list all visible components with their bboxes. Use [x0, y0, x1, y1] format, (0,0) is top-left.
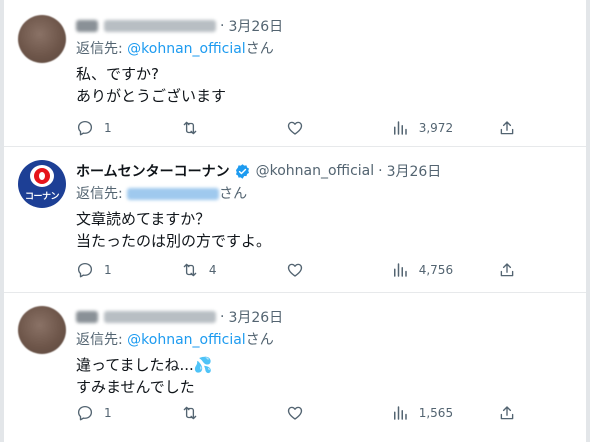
tweet-date[interactable]: 3月26日 [387, 161, 442, 181]
window-frame-right [586, 0, 590, 442]
views-count: 4,756 [418, 263, 454, 277]
tweet-text: 文章読めてますか？ 当たったのは別の方ですよ。 [76, 210, 272, 250]
like-icon [287, 263, 302, 277]
retweet-icon [183, 406, 197, 420]
tweet-header: ホームセンターコーナン @kohnan_official · 3月26日 [76, 161, 574, 181]
tweet-text: 違ってましたね...💦 すみませんでした [76, 356, 213, 396]
reply-to-line: 返信先: さん [76, 186, 248, 202]
tweet-actions: 1 3,972 [76, 118, 516, 138]
blurred-display-name[interactable] [76, 311, 98, 323]
reply-to-line: 返信先: @kohnan_officialさん [76, 41, 274, 57]
avatar[interactable] [18, 306, 66, 354]
display-name[interactable]: ホームセンターコーナン [76, 161, 230, 181]
views-button[interactable]: 1,565 [391, 404, 453, 422]
tweet-header: · 3月26日 [76, 16, 574, 36]
retweet-button[interactable] [181, 119, 241, 137]
avatar[interactable] [18, 15, 66, 63]
retweet-icon [183, 121, 197, 135]
separator-dot: · [220, 18, 225, 34]
blurred-handle[interactable] [104, 20, 216, 32]
share-button[interactable] [498, 261, 516, 279]
tweet-header: · 3月26日 [76, 307, 574, 327]
reply-button[interactable]: 1 [76, 119, 136, 137]
like-icon [287, 121, 302, 135]
avatar-kohnan-logo[interactable]: コーナン [18, 160, 66, 208]
views-button[interactable]: 3,972 [391, 119, 453, 137]
like-button[interactable] [286, 261, 346, 279]
reply-mention-link[interactable]: @kohnan_official [127, 332, 246, 348]
reply-to-line: 返信先: @kohnan_officialさん [76, 332, 274, 348]
share-button[interactable] [498, 119, 516, 137]
reply-icon [77, 262, 93, 278]
blurred-reply-mention[interactable] [127, 188, 220, 200]
retweet-button[interactable] [181, 404, 241, 422]
tweet-text: 私、ですか? ありがとうございます [76, 65, 227, 105]
logo-hole [39, 172, 45, 180]
share-button[interactable] [498, 404, 516, 422]
share-icon [500, 406, 514, 420]
reply-icon [77, 120, 93, 136]
like-icon [287, 406, 302, 420]
views-count: 1,565 [418, 406, 454, 420]
verified-badge-icon [235, 163, 249, 179]
share-icon [500, 121, 514, 135]
blurred-handle[interactable] [104, 311, 216, 323]
retweet-button[interactable]: 4 [181, 261, 241, 279]
tweet[interactable]: コーナン ホームセンターコーナン @kohnan_official · 3月26… [4, 147, 586, 293]
reply-count: 1 [104, 121, 112, 135]
retweet-count: 4 [208, 263, 217, 277]
like-button[interactable] [286, 119, 346, 137]
views-button[interactable]: 4,756 [391, 261, 453, 279]
tweet[interactable]: · 3月26日 返信先: @kohnan_officialさん 私、ですか? あ… [4, 0, 586, 147]
reply-count: 1 [104, 406, 112, 420]
tweet-date[interactable]: 3月26日 [228, 16, 283, 36]
blurred-display-name[interactable] [76, 20, 98, 32]
views-icon [393, 121, 407, 135]
tweet-actions: 1 4 4,756 [76, 260, 516, 280]
reply-count: 1 [104, 263, 112, 277]
tweet[interactable]: · 3月26日 返信先: @kohnan_officialさん 違ってましたね.… [4, 293, 586, 442]
separator-dot: · [378, 163, 383, 179]
views-icon [393, 406, 407, 420]
handle[interactable]: @kohnan_official [256, 163, 375, 179]
tweet-actions: 1 1,565 [76, 403, 516, 423]
reply-button[interactable]: 1 [76, 261, 136, 279]
like-button[interactable] [286, 404, 346, 422]
reply-button[interactable]: 1 [76, 404, 136, 422]
views-icon [393, 263, 407, 277]
views-count: 3,972 [418, 121, 454, 135]
share-icon [500, 263, 514, 277]
logo-text: コーナン [24, 192, 60, 202]
separator-dot: · [220, 309, 225, 325]
reply-mention-link[interactable]: @kohnan_official [127, 41, 246, 57]
retweet-icon [183, 263, 197, 277]
reply-icon [77, 405, 93, 421]
tweet-date[interactable]: 3月26日 [228, 307, 283, 327]
